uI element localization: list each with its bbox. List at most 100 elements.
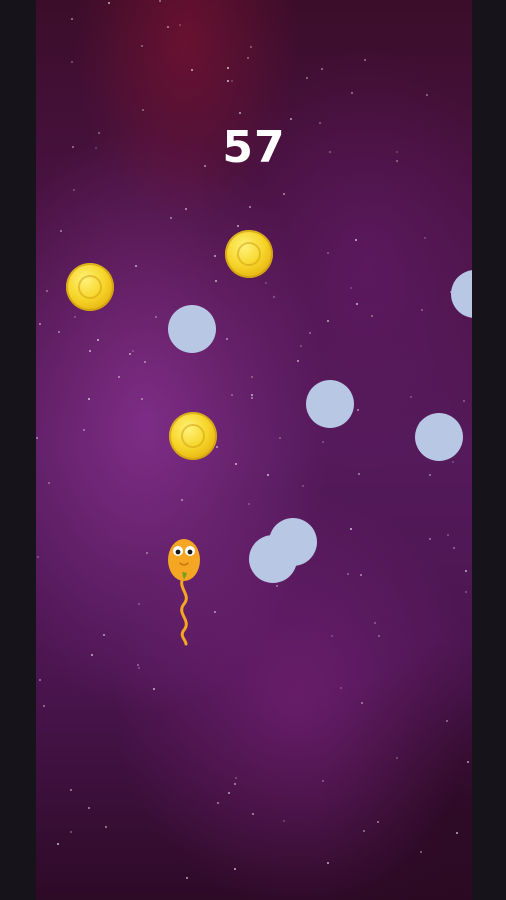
star (36, 437, 38, 439)
star (144, 361, 146, 363)
star (252, 813, 254, 815)
star (447, 534, 449, 536)
star (141, 398, 143, 400)
star (234, 783, 236, 785)
star (91, 654, 93, 656)
star (71, 18, 73, 20)
star (276, 585, 278, 587)
player-tail (180, 574, 188, 646)
star (103, 634, 105, 636)
star (227, 80, 229, 82)
star (250, 46, 252, 48)
star (60, 230, 62, 232)
star (39, 679, 41, 681)
star (234, 868, 236, 870)
gold-coin-icon (66, 263, 114, 311)
egg-bubble-icon (306, 380, 354, 428)
star (88, 807, 90, 809)
star (378, 635, 380, 637)
star (426, 94, 428, 96)
star (374, 622, 376, 624)
star (138, 603, 140, 605)
star (251, 394, 253, 396)
egg-bubble-icon (415, 413, 463, 461)
star (355, 239, 357, 241)
star (132, 350, 134, 352)
star (249, 206, 251, 208)
star (191, 69, 193, 71)
star (227, 67, 229, 69)
star (283, 193, 285, 195)
star (453, 547, 455, 549)
star (215, 280, 217, 282)
star (322, 780, 324, 782)
star (167, 26, 169, 28)
star (327, 252, 329, 254)
star (74, 316, 76, 318)
star (302, 485, 304, 487)
star (452, 461, 454, 463)
star (89, 350, 91, 352)
star (267, 474, 269, 476)
star (43, 705, 45, 707)
star (371, 315, 373, 317)
star (137, 664, 139, 666)
star (340, 687, 342, 689)
star (306, 77, 308, 79)
star (429, 474, 431, 476)
star (265, 282, 267, 284)
star (248, 503, 250, 505)
star (273, 296, 275, 298)
star (251, 397, 253, 399)
space-playfield[interactable]: 57 (36, 0, 472, 900)
star (300, 345, 302, 347)
gold-coin-icon (169, 412, 217, 460)
star (235, 777, 237, 779)
star (48, 482, 50, 484)
star (364, 59, 366, 61)
gold-coin-icon (225, 230, 273, 278)
left-letterbox (0, 0, 36, 900)
star (350, 528, 352, 530)
star (228, 792, 230, 794)
star (456, 832, 458, 834)
star (231, 394, 233, 396)
star (363, 830, 365, 832)
star (465, 570, 467, 572)
star (396, 757, 398, 759)
star (327, 320, 329, 322)
star (214, 611, 216, 613)
star (360, 574, 362, 576)
star (351, 92, 353, 94)
egg-bubble-icon (269, 518, 317, 566)
star (170, 217, 172, 219)
right-letterbox (472, 0, 506, 900)
star (105, 826, 107, 828)
star (356, 303, 358, 305)
star (237, 225, 239, 227)
star (463, 400, 465, 402)
star (283, 820, 285, 822)
star (155, 316, 157, 318)
game-screen[interactable]: 57 (0, 0, 506, 900)
score-counter: 57 (222, 122, 286, 173)
star (83, 429, 85, 431)
star (358, 473, 360, 475)
star (235, 463, 237, 465)
star (135, 265, 137, 267)
star (141, 45, 143, 47)
star (239, 112, 241, 114)
star (70, 789, 72, 791)
star (71, 61, 73, 63)
star (465, 591, 467, 593)
star (377, 821, 379, 823)
star (73, 189, 75, 191)
star (88, 398, 90, 400)
star (153, 688, 155, 690)
star (57, 843, 59, 845)
star (46, 290, 48, 292)
star (146, 552, 148, 554)
star (226, 338, 228, 340)
sperm-character-icon[interactable] (164, 536, 204, 646)
star (142, 109, 144, 111)
